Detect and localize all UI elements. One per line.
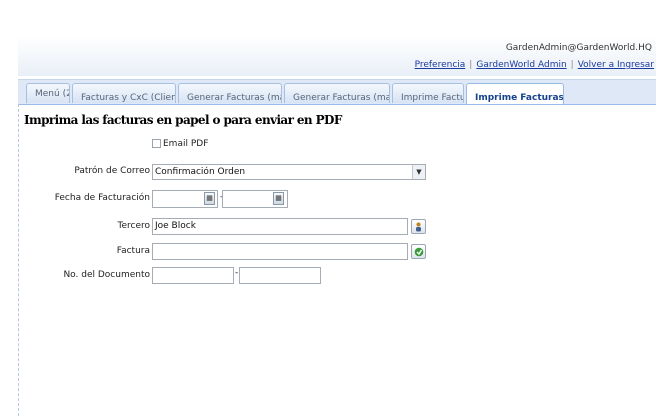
invoice-lookup-icon[interactable] <box>411 244 426 259</box>
tab-label: Imprime Facturas <box>475 93 564 103</box>
process-panel: Imprima las facturas en papel o para env… <box>18 104 656 416</box>
mail-template-value: Confirmación Orden <box>155 167 246 177</box>
invoice-label: Factura <box>116 246 150 256</box>
person-lookup-icon[interactable] <box>411 219 426 234</box>
business-partner-field[interactable]: Joe Block <box>152 218 408 235</box>
tab-label: Generar Facturas (manual) <box>187 93 281 103</box>
page-title: Imprima las facturas en papel o para env… <box>24 113 342 127</box>
invoice-field[interactable] <box>152 243 408 260</box>
invoice-date-label: Fecha de Facturación <box>54 193 150 203</box>
preferences-link[interactable]: Preferencia <box>415 60 466 70</box>
business-partner-label: Tercero <box>117 221 150 231</box>
window-tabbar: Menú (2) Facturas y CxC (Cliente)× Gener… <box>18 79 656 105</box>
header-links: Preferencia | GardenWorld Admin | Volver a I… <box>414 60 654 70</box>
tab-invoices-customer[interactable]: Facturas y CxC (Cliente)× <box>72 83 176 103</box>
calendar-icon[interactable]: ▦ <box>204 192 215 205</box>
logout-link[interactable]: Volver a Ingresar <box>578 60 654 70</box>
tab-generate-invoices-2[interactable]: Generar Facturas (manual)× <box>284 83 390 103</box>
chevron-down-icon[interactable]: ▼ <box>412 165 425 179</box>
calendar-icon[interactable]: ▦ <box>273 192 284 205</box>
client-link[interactable]: GardenWorld Admin <box>476 60 566 70</box>
tab-label: Imprime Facturas <box>401 93 463 103</box>
tab-label: Facturas y CxC (Cliente) <box>81 93 176 103</box>
document-no-from[interactable] <box>152 267 234 284</box>
tab-print-invoices-active[interactable]: Imprime Facturas× <box>466 83 564 104</box>
tab-generate-invoices-1[interactable]: Generar Facturas (manual)× <box>178 83 282 103</box>
tab-label: Menú (2) <box>35 89 69 99</box>
document-no-to[interactable] <box>239 267 321 284</box>
document-no-label: No. del Documento <box>63 270 150 280</box>
mail-template-label: Patrón de Correo <box>74 166 150 176</box>
email-pdf-checkbox[interactable] <box>152 139 161 148</box>
email-pdf-label: Email PDF <box>163 139 209 149</box>
app-header: GardenAdmin@GardenWorld.HQ Preferencia | G… <box>18 36 656 76</box>
logged-user: GardenAdmin@GardenWorld.HQ <box>505 43 652 53</box>
document-range-separator: - <box>235 268 239 278</box>
mail-template-select[interactable]: Confirmación Orden ▼ <box>152 164 426 180</box>
tab-menu[interactable]: Menú (2) <box>26 83 70 103</box>
tab-print-invoices-1[interactable]: Imprime Facturas× <box>392 83 464 103</box>
tab-label: Generar Facturas (manual) <box>293 93 389 103</box>
